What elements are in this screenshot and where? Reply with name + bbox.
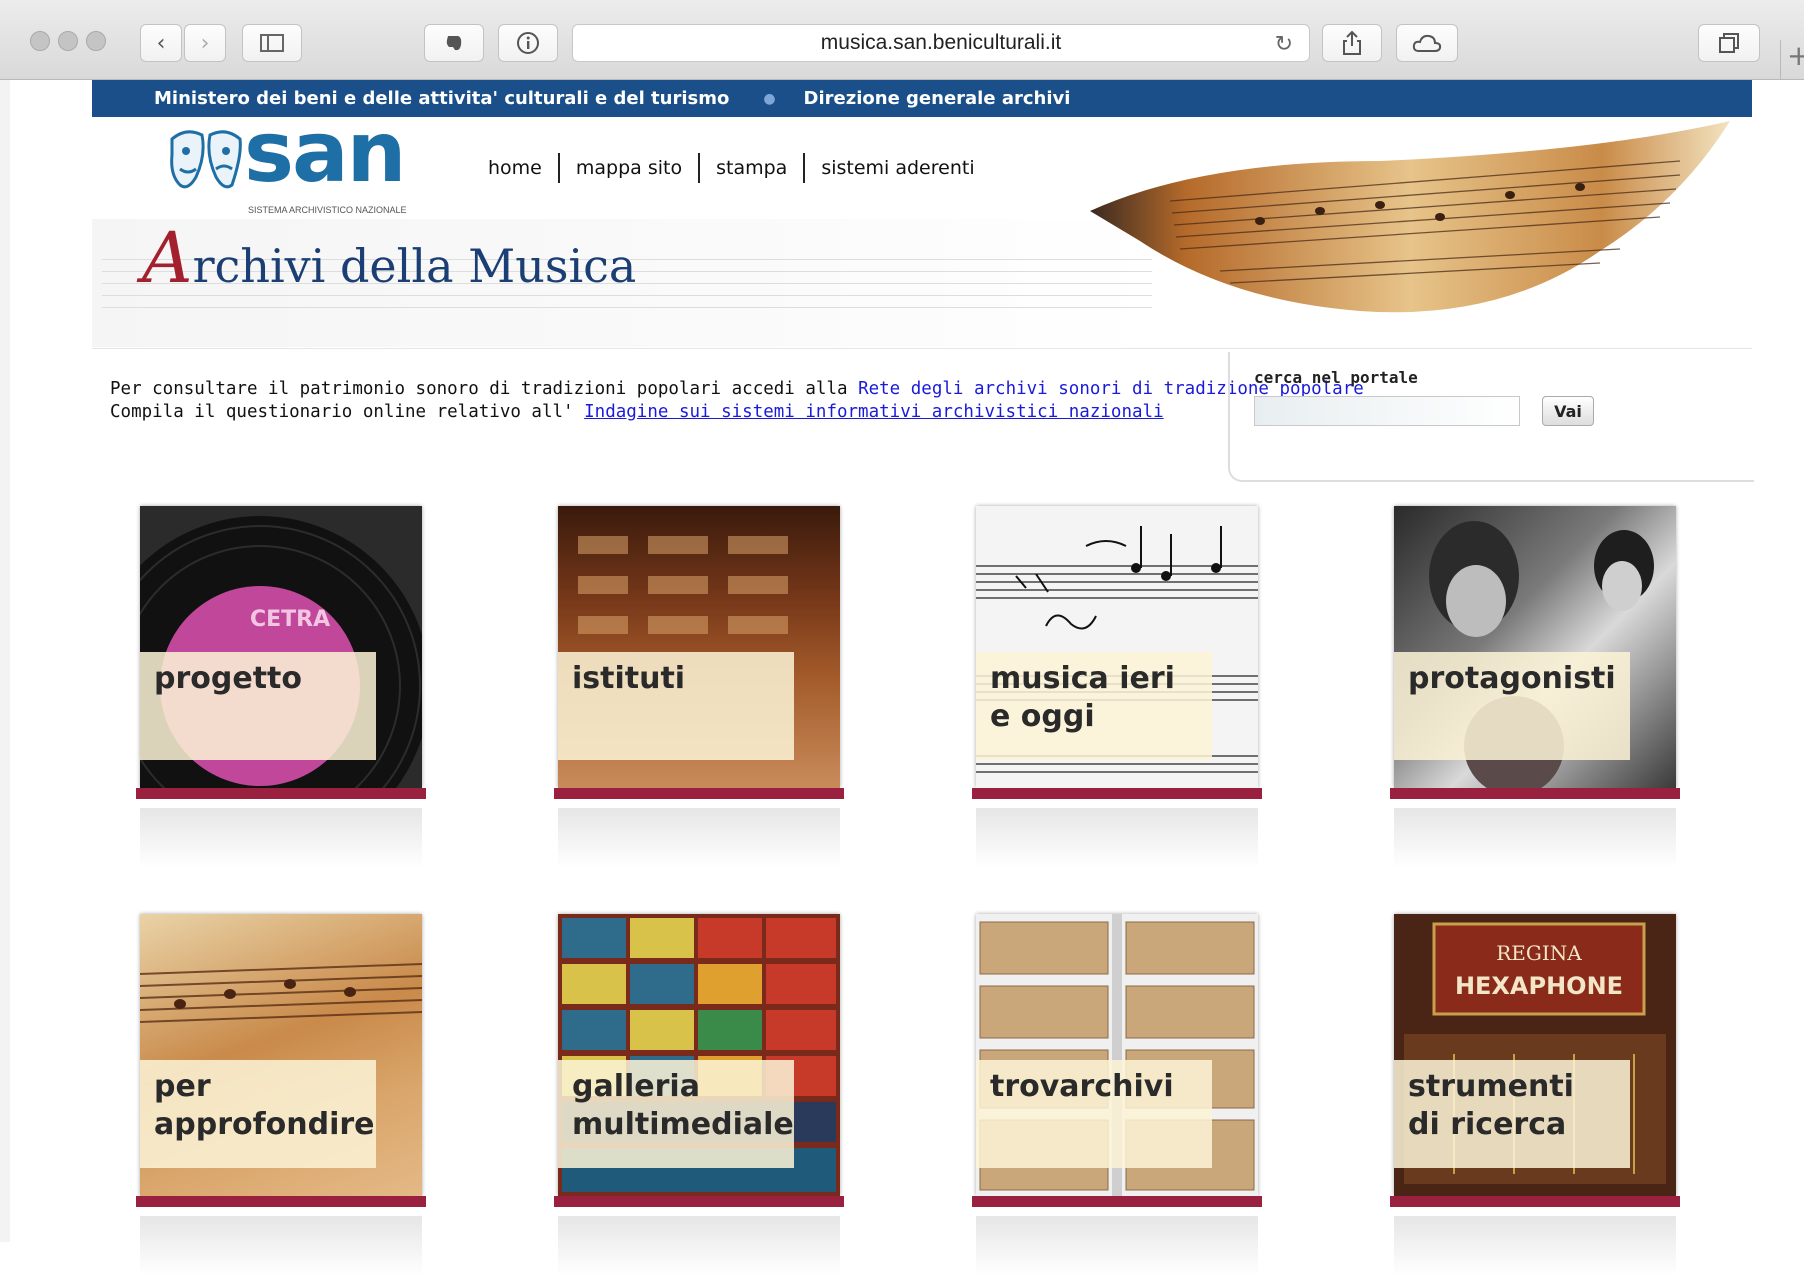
share-button[interactable] [1322,24,1382,62]
tile-accent-bar [554,1196,844,1207]
nav-print[interactable]: stampa [700,157,803,179]
search-input[interactable] [1254,396,1520,426]
show-tabs-button[interactable] [1698,24,1760,62]
close-window-button[interactable] [30,31,50,51]
tile-reflection [1394,808,1676,868]
tile-reflection [140,1216,422,1276]
reload-icon[interactable]: ↻ [1275,31,1293,57]
title-initial: A [142,217,193,299]
new-tab-button[interactable]: + [1780,40,1804,80]
tile-per-approfondire[interactable]: per approfondire [136,910,426,1276]
tile-reflection [976,808,1258,868]
elephant-icon [446,36,462,51]
url-text: musica.san.beniculturali.it [820,31,1062,54]
tile-reflection [1394,1216,1676,1276]
address-bar[interactable]: musica.san.beniculturali.it ↻ [572,24,1310,62]
notice-line-2-text: Compila il questionario online relativo … [110,402,585,422]
direction-link[interactable]: Direzione generale archivi [804,88,1071,109]
tile-progetto[interactable]: CETRA progetto [136,502,426,868]
tile-reflection [558,808,840,868]
tile-trovarchivi[interactable]: trovarchivi [972,910,1262,1276]
tile-label: progetto [140,652,376,760]
tile-accent-bar [1390,1196,1680,1207]
tile-protagonisti[interactable]: protagonisti [1390,502,1680,868]
site-header: san SISTEMA ARCHIVISTICO NAZIONALE home … [92,117,1752,347]
hexaphone-brand-text: REGINA [1496,941,1582,965]
tabs-overview-icon [1719,33,1739,53]
tile-accent-bar [972,788,1262,799]
ministry-bar: Ministero dei beni e delle attivita' cul… [92,80,1752,117]
web-page: Ministero dei beni e delle attivita' cul… [0,80,1804,1276]
tile-label: galleria multimediale [558,1060,794,1168]
notice-line-1-text: Per consultare il patrimonio sonoro di t… [110,379,859,399]
logo-subtitle: SISTEMA ARCHIVISTICO NAZIONALE [248,205,407,215]
tile-reflection [140,808,422,868]
nav-home[interactable]: home [472,157,558,179]
ministry-link[interactable]: Ministero dei beni e delle attivita' cul… [154,88,729,109]
hexaphone-model-text: HEXAPHONE [1455,972,1623,1000]
portal-search: cerca nel portale Vai [1228,352,1754,482]
tile-accent-bar [972,1196,1262,1207]
header-divider [92,348,1752,349]
masks-logo-icon [170,130,242,189]
tile-label: per approfondire [140,1060,376,1168]
reader-info-button[interactable] [498,24,558,62]
tile-accent-bar [1390,788,1680,799]
tile-reflection [558,1216,840,1276]
nav-member-systems[interactable]: sistemi aderenti [805,157,990,179]
tile-label: strumenti di ricerca [1394,1060,1630,1168]
search-label: cerca nel portale [1254,368,1418,387]
separator-dot-icon: ● [763,90,776,107]
tile-accent-bar [136,788,426,799]
notice-line-1: Per consultare il patrimonio sonoro di t… [110,378,1364,401]
notice-line-2: Compila il questionario online relativo … [110,401,1364,424]
site-title[interactable]: Archivi della Musica [142,217,636,299]
zoom-window-button[interactable] [86,31,106,51]
tile-galleria-multimediale[interactable]: galleria multimediale [554,910,844,1276]
cloud-icon [1412,34,1442,52]
browser-toolbar: ‹ › musica.san.beniculturali.it ↻ + [0,0,1804,80]
tile-istituti[interactable]: istituti [554,502,844,868]
back-button[interactable]: ‹ [140,24,182,62]
tile-accent-bar [136,1196,426,1207]
notice-text: Per consultare il patrimonio sonoro di t… [110,378,1364,424]
tile-label: istituti [558,652,794,760]
music-manuscript-banner [1090,121,1730,313]
search-submit-button[interactable]: Vai [1542,396,1594,426]
icloud-tabs-button[interactable] [1396,24,1458,62]
nav-site-map[interactable]: mappa sito [560,157,698,179]
tile-label: protagonisti [1394,652,1630,760]
chevron-right-icon: › [200,30,210,56]
share-icon [1343,30,1361,55]
sidebar-toggle-button[interactable] [242,24,302,62]
sidebar-icon [260,34,284,52]
evernote-extension-button[interactable] [424,24,484,62]
tile-label: musica ieri e oggi [976,652,1212,760]
san-logo[interactable]: san SISTEMA ARCHIVISTICO NAZIONALE [166,117,426,215]
tile-reflection [976,1216,1258,1276]
tile-accent-bar [554,788,844,799]
title-rest: rchivi della Musica [192,239,637,293]
chevron-left-icon: ‹ [156,30,166,56]
info-icon [517,32,539,54]
minimize-window-button[interactable] [58,31,78,51]
forward-button[interactable]: › [184,24,226,62]
top-navigation: home mappa sito stampa sistemi aderenti [472,153,991,183]
survey-link[interactable]: Indagine sui sistemi informativi archivi… [584,402,1163,422]
tile-musica-ieri-e-oggi[interactable]: musica ieri e oggi [972,502,1262,868]
record-label-text: CETRA [250,607,330,632]
tile-strumenti-di-ricerca[interactable]: REGINA HEXAPHONE strumenti di ricerca [1390,910,1680,1276]
logo-wordmark: san [244,117,406,201]
tile-label: trovarchivi [976,1060,1212,1168]
